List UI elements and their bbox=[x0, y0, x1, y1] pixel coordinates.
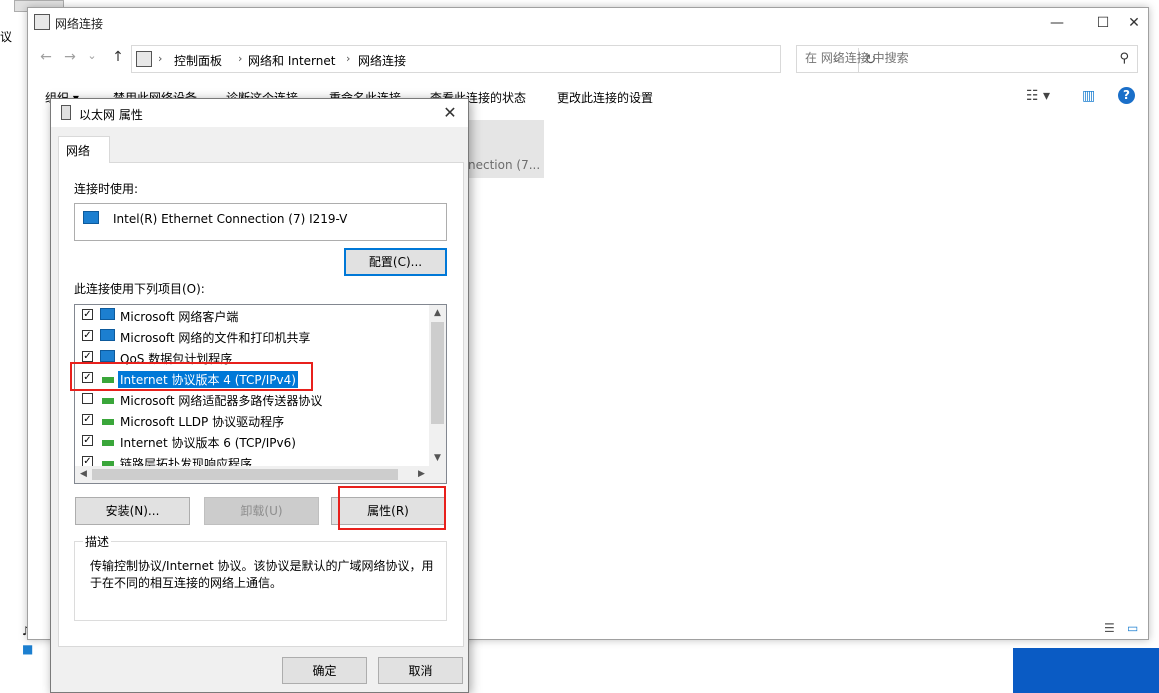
up-button[interactable]: ↑ bbox=[108, 49, 128, 69]
scroll-thumb[interactable] bbox=[431, 322, 444, 424]
list-item[interactable]: ✓ Internet 协议版本 6 (TCP/IPv6) bbox=[75, 431, 430, 452]
minimize-button[interactable]: — bbox=[1034, 8, 1080, 38]
search-box[interactable]: ⚲ bbox=[796, 45, 1138, 73]
protocol-icon bbox=[102, 398, 114, 404]
install-button[interactable]: 安装(N)... bbox=[75, 497, 190, 525]
desktop-wallpaper-fragment bbox=[1013, 648, 1159, 693]
scroll-down-icon[interactable]: ▼ bbox=[429, 453, 446, 463]
dialog-titlebar: 以太网 属性 ✕ bbox=[51, 99, 468, 127]
vertical-scrollbar[interactable]: ▲ ▼ bbox=[429, 305, 446, 468]
ethernet-adapter-icon bbox=[61, 105, 71, 120]
configure-button[interactable]: 配置(C)... bbox=[344, 248, 447, 276]
items-label: 此连接使用下列项目(O): bbox=[74, 282, 205, 296]
list-item-label: Microsoft LLDP 协议驱动程序 bbox=[120, 415, 285, 429]
large-icons-view-icon[interactable]: ▭ bbox=[1127, 621, 1138, 635]
list-item[interactable]: ✓ Microsoft 网络的文件和打印机共享 bbox=[75, 326, 430, 347]
scroll-right-icon[interactable]: ▶ bbox=[413, 469, 430, 479]
components-list[interactable]: ✓ Microsoft 网络客户端 ✓ Microsoft 网络的文件和打印机共… bbox=[74, 304, 447, 484]
checkbox[interactable]: ✓ bbox=[82, 414, 93, 425]
back-button[interactable]: ← bbox=[36, 49, 56, 69]
description-label: 描述 bbox=[83, 533, 112, 550]
horizontal-scrollbar[interactable]: ◀ ▶ bbox=[75, 466, 430, 483]
list-item-label: Microsoft 网络客户端 bbox=[120, 310, 239, 324]
breadcrumb-separator: › bbox=[238, 52, 243, 65]
computer-icon bbox=[100, 329, 115, 341]
checkbox[interactable] bbox=[82, 393, 93, 404]
view-options-icon[interactable]: ☷ ▾ bbox=[1026, 88, 1050, 104]
forward-button[interactable]: → bbox=[60, 49, 80, 69]
address-row: ← → ⌄ ↑ › 控制面板 › 网络和 Internet › 网络连接 ⌄ ↻… bbox=[28, 44, 1148, 74]
checkbox[interactable]: ✓ bbox=[82, 309, 93, 320]
explorer-titlebar: 网络连接 — ☐ ✕ bbox=[28, 8, 1148, 38]
protocol-icon bbox=[102, 419, 114, 425]
list-item[interactable]: Microsoft 网络适配器多路传送器协议 bbox=[75, 389, 430, 410]
description-text: 传输控制协议/Internet 协议。该协议是默认的广域网络协议，用于在不同的相… bbox=[90, 559, 434, 590]
computer-icon bbox=[100, 350, 115, 362]
breadcrumb-control-panel[interactable]: 控制面板 bbox=[174, 52, 222, 69]
background-window-fragment: 议 bbox=[0, 0, 64, 540]
highlight-box-ipv4 bbox=[70, 362, 313, 391]
cancel-button[interactable]: 取消 bbox=[378, 657, 463, 684]
ok-button[interactable]: 确定 bbox=[282, 657, 367, 684]
breadcrumb-network-connections[interactable]: 网络连接 bbox=[358, 52, 406, 69]
scroll-up-icon[interactable]: ▲ bbox=[429, 308, 446, 318]
recent-locations-button[interactable]: ⌄ bbox=[82, 49, 102, 69]
list-item[interactable]: ✓ Microsoft LLDP 协议驱动程序 bbox=[75, 410, 430, 431]
uninstall-button[interactable]: 卸载(U) bbox=[204, 497, 319, 525]
checkbox[interactable]: ✓ bbox=[82, 330, 93, 341]
list-item[interactable]: ✓ Microsoft 网络客户端 bbox=[75, 305, 430, 326]
details-view-icon[interactable]: ☰ bbox=[1104, 621, 1115, 635]
breadcrumb-separator: › bbox=[158, 52, 163, 65]
scrollbar-corner bbox=[429, 466, 446, 483]
list-item-label: Microsoft 网络适配器多路传送器协议 bbox=[120, 394, 323, 408]
network-adapter-icon bbox=[83, 211, 99, 224]
connection-name-partial: nection (7... bbox=[468, 158, 541, 172]
list-item-label: Internet 协议版本 6 (TCP/IPv6) bbox=[120, 436, 296, 450]
connect-using-label: 连接时使用: bbox=[74, 182, 139, 196]
checkbox[interactable]: ✓ bbox=[82, 351, 93, 362]
adapter-name: Intel(R) Ethernet Connection (7) I219-V bbox=[113, 212, 348, 226]
desktop-shortcut-icon: ■ bbox=[22, 642, 34, 656]
control-panel-icon bbox=[136, 51, 152, 67]
search-input[interactable] bbox=[805, 51, 1105, 65]
protocol-icon bbox=[102, 440, 114, 446]
close-icon[interactable]: ✕ bbox=[436, 101, 464, 125]
change-settings-button[interactable]: 更改此连接的设置 bbox=[557, 89, 653, 106]
tab-network[interactable]: 网络 bbox=[58, 136, 110, 163]
adapter-field: Intel(R) Ethernet Connection (7) I219-V bbox=[74, 203, 447, 241]
scroll-thumb-horizontal[interactable] bbox=[92, 469, 398, 480]
description-group: 描述 传输控制协议/Internet 协议。该协议是默认的广域网络协议，用于在不… bbox=[74, 533, 447, 621]
list-item-label: Microsoft 网络的文件和打印机共享 bbox=[120, 331, 311, 345]
network-folder-icon bbox=[34, 14, 50, 30]
computer-icon bbox=[100, 308, 115, 320]
search-icon: ⚲ bbox=[1119, 51, 1129, 66]
network-tab-panel: 连接时使用: Intel(R) Ethernet Connection (7) … bbox=[58, 162, 464, 647]
background-text-fragment: 议 bbox=[0, 30, 13, 44]
address-bar[interactable]: › 控制面板 › 网络和 Internet › 网络连接 ⌄ ↻ bbox=[131, 45, 876, 73]
checkbox[interactable]: ✓ bbox=[82, 435, 93, 446]
preview-pane-icon[interactable]: ▥ bbox=[1082, 88, 1095, 104]
breadcrumb-separator: › bbox=[346, 52, 351, 65]
dialog-title: 以太网 属性 bbox=[79, 108, 143, 122]
breadcrumb-network-internet[interactable]: 网络和 Internet bbox=[248, 52, 335, 69]
highlight-box-properties bbox=[338, 486, 446, 530]
scroll-left-icon[interactable]: ◀ bbox=[75, 469, 92, 479]
ethernet-properties-dialog: 以太网 属性 ✕ 网络 连接时使用: Intel(R) Ethernet Con… bbox=[50, 98, 469, 693]
window-title: 网络连接 bbox=[55, 17, 104, 31]
close-window-button[interactable]: ✕ bbox=[1118, 8, 1150, 38]
help-icon[interactable]: ? bbox=[1118, 87, 1135, 104]
